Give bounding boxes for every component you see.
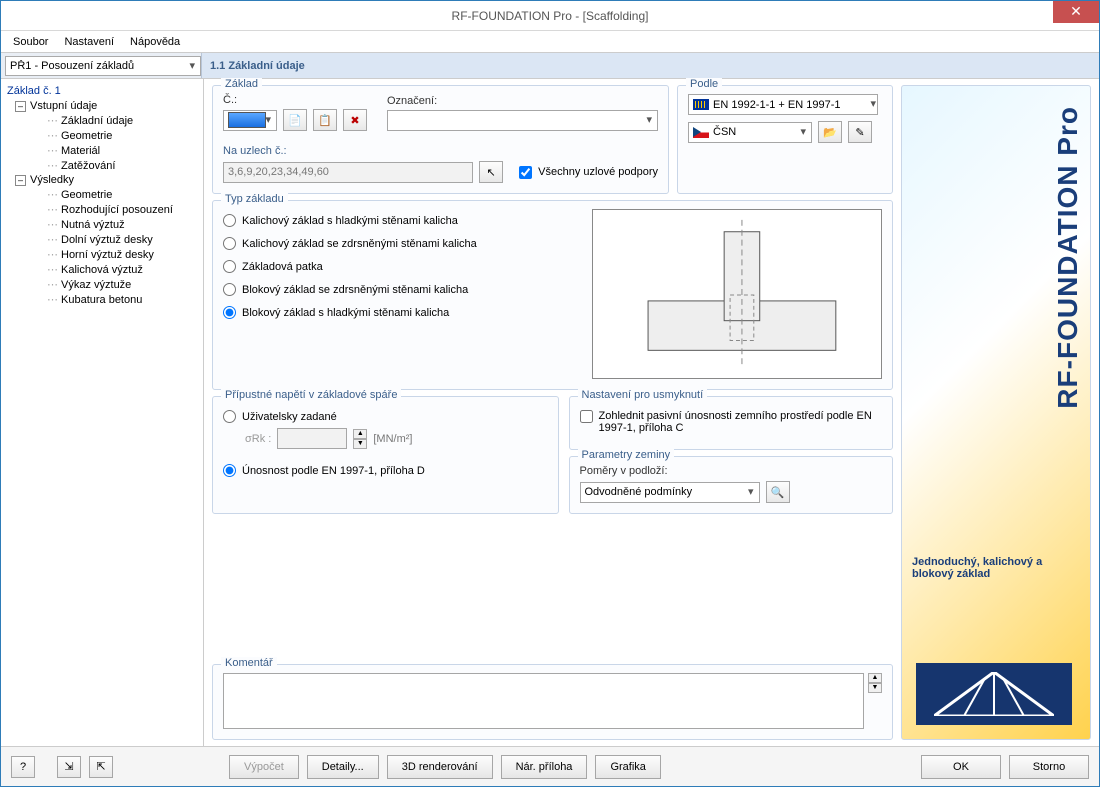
soil-details-icon[interactable]: 🔍 bbox=[766, 481, 790, 503]
typ-option-0[interactable]: Kalichový základ s hladkými stěnami kali… bbox=[223, 209, 582, 232]
nodes-input bbox=[223, 162, 473, 183]
designation-label: Označení: bbox=[387, 95, 658, 107]
sigma-unit: [MN/m²] bbox=[373, 433, 412, 445]
typ-option-3[interactable]: Blokový základ se zdrsněnými stěnami kal… bbox=[223, 278, 582, 301]
annex-edit-icon[interactable]: ✎ bbox=[848, 121, 872, 143]
case-selector[interactable] bbox=[5, 56, 201, 76]
typ-option-2[interactable]: Základová patka bbox=[223, 255, 582, 278]
spin-up: ▲ bbox=[353, 429, 367, 439]
standard-select[interactable]: EN 1992-1-1 + EN 1997-1 bbox=[688, 94, 878, 115]
passive-resistance-check[interactable]: Zohlednit pasivní únosnosti zemního pros… bbox=[580, 405, 883, 439]
group-zemina: Parametry zeminy Poměry v podloží: 🔍 bbox=[569, 456, 894, 514]
tree-item[interactable]: Materiál bbox=[3, 143, 201, 158]
tree-results[interactable]: –Výsledky bbox=[3, 173, 201, 187]
export-icon[interactable]: ⇲ bbox=[57, 756, 81, 778]
tree-item[interactable]: Kalichová výztuž bbox=[3, 262, 201, 277]
foundation-no-select[interactable] bbox=[223, 110, 277, 131]
render-button[interactable]: 3D renderování bbox=[387, 755, 493, 779]
graphics-button[interactable]: Grafika bbox=[595, 755, 660, 779]
tree-item[interactable]: Dolní výztuž desky bbox=[3, 232, 201, 247]
nodes-label: Na uzlech č.: bbox=[223, 145, 287, 157]
tree-item[interactable]: Rozhodující posouzení bbox=[3, 202, 201, 217]
group-napeti: Přípustné napětí v základové spáře Uživa… bbox=[212, 396, 559, 514]
spin-down: ▼ bbox=[353, 439, 367, 449]
group-podle: Podle EN 1992-1-1 + EN 1997-1 ČSN 📂 ✎ bbox=[677, 85, 893, 194]
sigma-label: σRk : bbox=[245, 433, 271, 445]
menu-settings[interactable]: Nastavení bbox=[58, 34, 120, 50]
group-zaklad: Základ Č.: 📄 📋 ✖ bbox=[212, 85, 669, 194]
close-button[interactable]: ✕ bbox=[1053, 1, 1099, 23]
foundation-diagram bbox=[592, 209, 882, 379]
help-icon[interactable]: ? bbox=[11, 756, 35, 778]
titlebar: RF-FOUNDATION Pro - [Scaffolding] ✕ bbox=[1, 1, 1099, 31]
no-label: Č.: bbox=[223, 94, 367, 106]
typ-option-1[interactable]: Kalichový základ se zdrsněnými stěnami k… bbox=[223, 232, 582, 255]
tree-input[interactable]: –Vstupní údaje bbox=[3, 99, 201, 113]
comment-scroll-up[interactable]: ▲ bbox=[868, 673, 882, 683]
tree-item[interactable]: Geometrie bbox=[3, 187, 201, 202]
new-icon[interactable]: 📄 bbox=[283, 109, 307, 131]
dlubal-logo bbox=[916, 663, 1072, 725]
annex-select[interactable]: ČSN bbox=[688, 122, 812, 143]
group-comment: Komentář ▲▼ bbox=[212, 664, 893, 740]
tree-item[interactable]: Nutná výztuž bbox=[3, 217, 201, 232]
stress-user-option[interactable]: Uživatelsky zadané bbox=[223, 405, 548, 428]
details-button[interactable]: Detaily... bbox=[307, 755, 379, 779]
comment-scroll-down[interactable]: ▼ bbox=[868, 683, 882, 693]
all-supports-check[interactable]: Všechny uzlové podpory bbox=[509, 166, 658, 179]
promo-title: RF-FOUNDATION Pro bbox=[1052, 106, 1084, 409]
designation-input[interactable] bbox=[387, 110, 658, 131]
tree-item[interactable]: Základní údaje bbox=[3, 113, 201, 128]
tree-item[interactable]: Zatěžování bbox=[3, 158, 201, 173]
menubar: Soubor Nastavení Nápověda bbox=[1, 31, 1099, 52]
ok-button[interactable]: OK bbox=[921, 755, 1001, 779]
comment-textarea[interactable] bbox=[223, 673, 864, 729]
calc-button: Výpočet bbox=[229, 755, 299, 779]
tree-item[interactable]: Geometrie bbox=[3, 128, 201, 143]
cancel-button[interactable]: Storno bbox=[1009, 755, 1089, 779]
annex-button[interactable]: Nár. příloha bbox=[501, 755, 588, 779]
tree-item[interactable]: Výkaz výztuže bbox=[3, 277, 201, 292]
import-icon[interactable]: ⇱ bbox=[89, 756, 113, 778]
stress-en-option[interactable]: Únosnost podle EN 1997-1, příloha D bbox=[223, 459, 548, 482]
panel-title: 1.1 Základní údaje bbox=[201, 53, 1099, 78]
pick-nodes-icon[interactable]: ↖ bbox=[479, 161, 503, 183]
tree-item[interactable]: Kubatura betonu bbox=[3, 292, 201, 307]
group-typ: Typ základu Kalichový základ s hladkými … bbox=[212, 200, 893, 390]
delete-icon[interactable]: ✖ bbox=[343, 109, 367, 131]
ratio-label: Poměry v podloží: bbox=[580, 465, 668, 477]
typ-option-4[interactable]: Blokový základ s hladkými stěnami kalich… bbox=[223, 301, 582, 324]
annex-open-icon[interactable]: 📂 bbox=[818, 121, 842, 143]
bottom-toolbar: ? ⇲ ⇱ Výpočet Detaily... 3D renderování … bbox=[1, 746, 1099, 786]
soil-ratio-select[interactable] bbox=[580, 482, 760, 503]
copy-icon[interactable]: 📋 bbox=[313, 109, 337, 131]
navigator-tree[interactable]: Základ č. 1 –Vstupní údaje Základní údaj… bbox=[1, 79, 204, 746]
menu-file[interactable]: Soubor bbox=[7, 34, 54, 50]
tree-root[interactable]: Základ č. 1 bbox=[3, 83, 201, 99]
sigma-input bbox=[277, 428, 347, 449]
promo-tagline: Jednoduchý, kalichový a blokový základ bbox=[912, 556, 1072, 580]
group-usmyk: Nastavení pro usmyknutí Zohlednit pasivn… bbox=[569, 396, 894, 450]
tree-item[interactable]: Horní výztuž desky bbox=[3, 247, 201, 262]
window-title: RF-FOUNDATION Pro - [Scaffolding] bbox=[452, 9, 649, 23]
menu-help[interactable]: Nápověda bbox=[124, 34, 186, 50]
promo-panel: RF-FOUNDATION Pro Jednoduchý, kalichový … bbox=[901, 85, 1091, 740]
